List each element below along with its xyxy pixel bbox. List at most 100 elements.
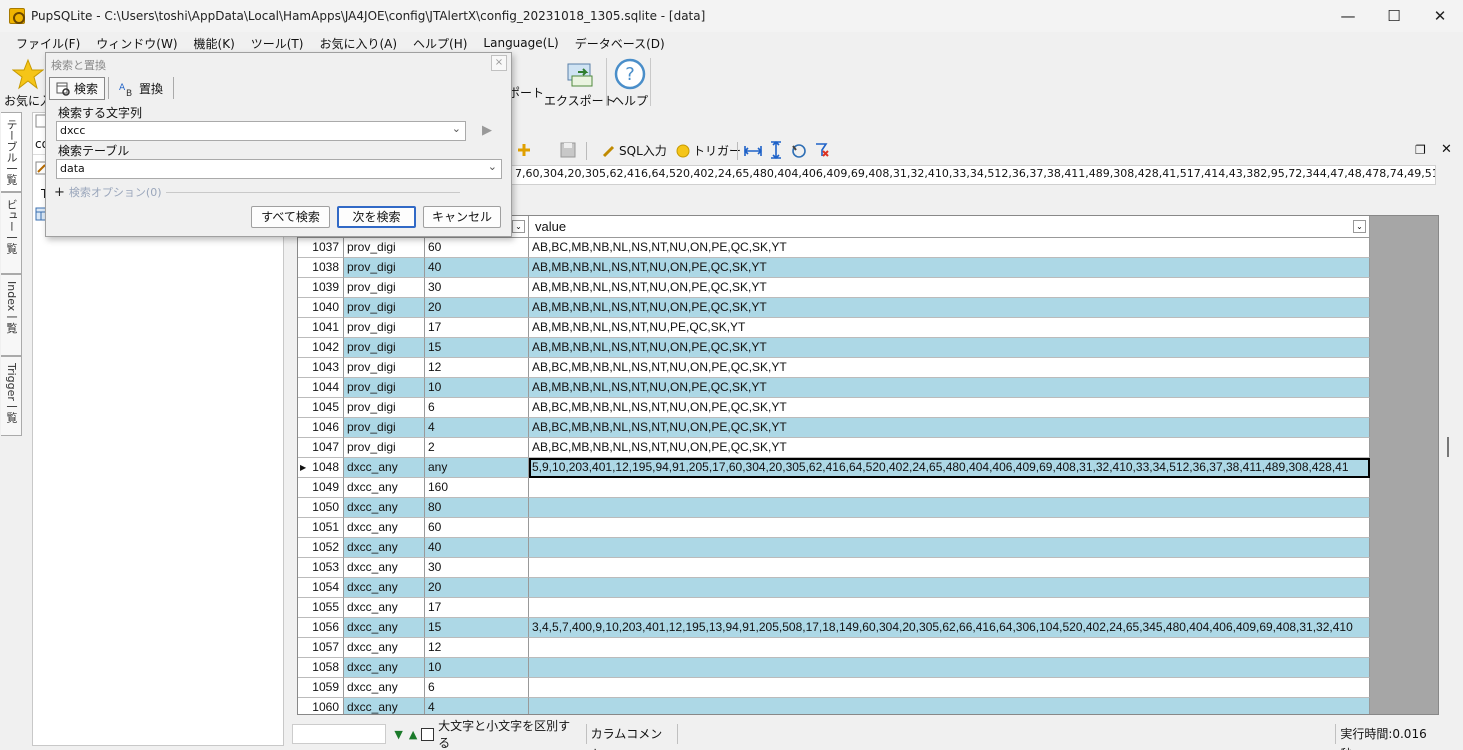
- name-cell[interactable]: prov_digi: [344, 238, 425, 258]
- value-cell[interactable]: AB,MB,NB,NL,NS,NT,NU,ON,PE,QC,SK,YT: [529, 278, 1370, 298]
- value-cell[interactable]: [529, 478, 1370, 498]
- table-row[interactable]: 1045 prov_digi 6 AB,BC,MB,NB,NL,NS,NT,NU,ON…: [298, 398, 1370, 418]
- maximize-button[interactable]: ☐: [1371, 0, 1417, 32]
- name-cell[interactable]: prov_digi: [344, 438, 425, 458]
- val-cell[interactable]: 15: [425, 618, 529, 638]
- value-cell[interactable]: AB,MB,NB,NL,NS,NT,NU,ON,PE,QC,SK,YT: [529, 258, 1370, 278]
- row-number-cell[interactable]: 1057: [298, 638, 344, 658]
- cancel-button[interactable]: キャンセル: [423, 206, 501, 228]
- value-cell[interactable]: [529, 698, 1370, 714]
- tab-index-list[interactable]: Index一覧: [1, 274, 22, 356]
- val-cell[interactable]: 30: [425, 558, 529, 578]
- table-row[interactable]: 1058 dxcc_any 10: [298, 658, 1370, 678]
- help-button[interactable]: ? ヘルプ: [612, 58, 648, 109]
- row-number-cell[interactable]: 1055: [298, 598, 344, 618]
- val-cell[interactable]: 6: [425, 678, 529, 698]
- value-cell[interactable]: AB,BC,MB,NB,NL,NS,NT,NU,ON,PE,QC,SK,YT: [529, 438, 1370, 458]
- next-arrow-icon[interactable]: ▼: [394, 728, 402, 741]
- val-cell[interactable]: 10: [425, 378, 529, 398]
- close-view-icon[interactable]: ✕: [1441, 142, 1452, 157]
- tab-trigger-list[interactable]: Trigger一覧: [1, 356, 22, 436]
- name-cell[interactable]: dxcc_any: [344, 538, 425, 558]
- row-number-cell[interactable]: 1042: [298, 338, 344, 358]
- table-row[interactable]: 1059 dxcc_any 6: [298, 678, 1370, 698]
- menu-file[interactable]: ファイル(F): [8, 35, 88, 52]
- tab-search[interactable]: 検索: [49, 77, 106, 100]
- row-number-cell[interactable]: 1050: [298, 498, 344, 518]
- val-cell[interactable]: 17: [425, 598, 529, 618]
- data-grid[interactable]: ⌄ value ⌄ 1037 prov_digi 60 AB,BC,MB,NB,NL,N…: [297, 215, 1439, 715]
- play-icon[interactable]: ▶: [474, 121, 500, 141]
- search-options-toggle[interactable]: + 検索オプション(0): [54, 184, 460, 200]
- name-cell[interactable]: prov_digi: [344, 258, 425, 278]
- name-cell[interactable]: dxcc_any: [344, 578, 425, 598]
- table-row[interactable]: 1056 dxcc_any 15 3,4,5,7,400,9,10,203,401,1…: [298, 618, 1370, 638]
- table-row[interactable]: 1050 dxcc_any 80: [298, 498, 1370, 518]
- row-number-cell[interactable]: 1044: [298, 378, 344, 398]
- table-row[interactable]: 1051 dxcc_any 60: [298, 518, 1370, 538]
- name-cell[interactable]: dxcc_any: [344, 458, 425, 478]
- row-number-cell[interactable]: 1046: [298, 418, 344, 438]
- restore-icon[interactable]: ❐: [1415, 143, 1426, 157]
- tab-table-list[interactable]: テーブル一覧: [1, 112, 22, 192]
- value-cell[interactable]: [529, 598, 1370, 618]
- dialog-close-button[interactable]: ×: [491, 55, 507, 71]
- fit-width-icon[interactable]: [744, 143, 762, 159]
- val-cell[interactable]: 60: [425, 238, 529, 258]
- chevron-down-icon[interactable]: ⌄: [452, 122, 461, 135]
- case-sensitive-checkbox[interactable]: [421, 727, 435, 741]
- row-number-cell[interactable]: 1045: [298, 398, 344, 418]
- val-cell[interactable]: 160: [425, 478, 529, 498]
- scroll-thumb[interactable]: [1447, 437, 1449, 457]
- name-cell[interactable]: dxcc_any: [344, 598, 425, 618]
- val-cell[interactable]: 12: [425, 358, 529, 378]
- search-table-select[interactable]: data ⌄: [56, 159, 502, 179]
- menu-help[interactable]: ヘルプ(H): [405, 35, 475, 52]
- value-cell[interactable]: AB,MB,NB,NL,NS,NT,NU,ON,PE,QC,SK,YT: [529, 338, 1370, 358]
- table-row[interactable]: 1043 prov_digi 12 AB,BC,MB,NB,NL,NS,NT,NU,O…: [298, 358, 1370, 378]
- tab-replace[interactable]: AB 置換: [112, 77, 170, 100]
- search-all-button[interactable]: すべて検索: [251, 206, 330, 228]
- val-cell[interactable]: 20: [425, 298, 529, 318]
- chevron-down-icon[interactable]: ⌄: [488, 160, 497, 173]
- name-cell[interactable]: dxcc_any: [344, 698, 425, 714]
- search-string-input[interactable]: dxcc ⌄: [56, 121, 466, 141]
- val-cell[interactable]: 6: [425, 398, 529, 418]
- row-number-cell[interactable]: 1056: [298, 618, 344, 638]
- table-row[interactable]: 1046 prov_digi 4 AB,BC,MB,NB,NL,NS,NT,NU,ON…: [298, 418, 1370, 438]
- table-row[interactable]: 1048 ▶ dxcc_any any 5,9,10,203,401,12,195,94…: [298, 458, 1370, 478]
- row-number-cell[interactable]: 1043: [298, 358, 344, 378]
- trigger-button[interactable]: トリガー: [676, 142, 741, 159]
- value-cell[interactable]: [529, 538, 1370, 558]
- fit-height-icon[interactable]: [768, 141, 784, 159]
- row-number-cell[interactable]: 1047: [298, 438, 344, 458]
- table-row[interactable]: 1038 prov_digi 40 AB,MB,NB,NL,NS,NT,NU,ON,P…: [298, 258, 1370, 278]
- sql-input-button[interactable]: SQL入力: [602, 142, 667, 159]
- row-number-cell[interactable]: 1038: [298, 258, 344, 278]
- val-cell[interactable]: 80: [425, 498, 529, 518]
- value-cell[interactable]: [529, 558, 1370, 578]
- minimize-button[interactable]: —: [1325, 0, 1371, 32]
- row-number-cell[interactable]: 1059: [298, 678, 344, 698]
- table-row[interactable]: 1039 prov_digi 30 AB,MB,NB,NL,NS,NT,NU,ON,P…: [298, 278, 1370, 298]
- value-column-header[interactable]: value ⌄: [529, 216, 1370, 238]
- table-row[interactable]: 1052 dxcc_any 40: [298, 538, 1370, 558]
- value-cell[interactable]: AB,BC,MB,NB,NL,NS,NT,NU,ON,PE,QC,SK,YT: [529, 238, 1370, 258]
- val-cell[interactable]: any: [425, 458, 529, 478]
- name-cell[interactable]: dxcc_any: [344, 678, 425, 698]
- vertical-scrollbar[interactable]: [1440, 215, 1456, 715]
- filter-input[interactable]: [292, 724, 387, 744]
- val-cell[interactable]: 4: [425, 418, 529, 438]
- menu-tools[interactable]: ツール(T): [243, 35, 312, 52]
- table-row[interactable]: 1042 prov_digi 15 AB,MB,NB,NL,NS,NT,NU,ON,P…: [298, 338, 1370, 358]
- value-cell[interactable]: [529, 658, 1370, 678]
- row-number-cell[interactable]: 1051: [298, 518, 344, 538]
- value-cell[interactable]: 3,4,5,7,400,9,10,203,401,12,195,13,94,91…: [529, 618, 1370, 638]
- import-button[interactable]: ポート: [508, 84, 544, 101]
- value-cell[interactable]: [529, 578, 1370, 598]
- table-row[interactable]: 1047 prov_digi 2 AB,BC,MB,NB,NL,NS,NT,NU,ON…: [298, 438, 1370, 458]
- value-cell[interactable]: [529, 678, 1370, 698]
- value-cell[interactable]: AB,MB,NB,NL,NS,NT,NU,ON,PE,QC,SK,YT: [529, 298, 1370, 318]
- value-cell[interactable]: 5,9,10,203,401,12,195,94,91,205,17,60,30…: [529, 458, 1370, 478]
- val-cell[interactable]: 2: [425, 438, 529, 458]
